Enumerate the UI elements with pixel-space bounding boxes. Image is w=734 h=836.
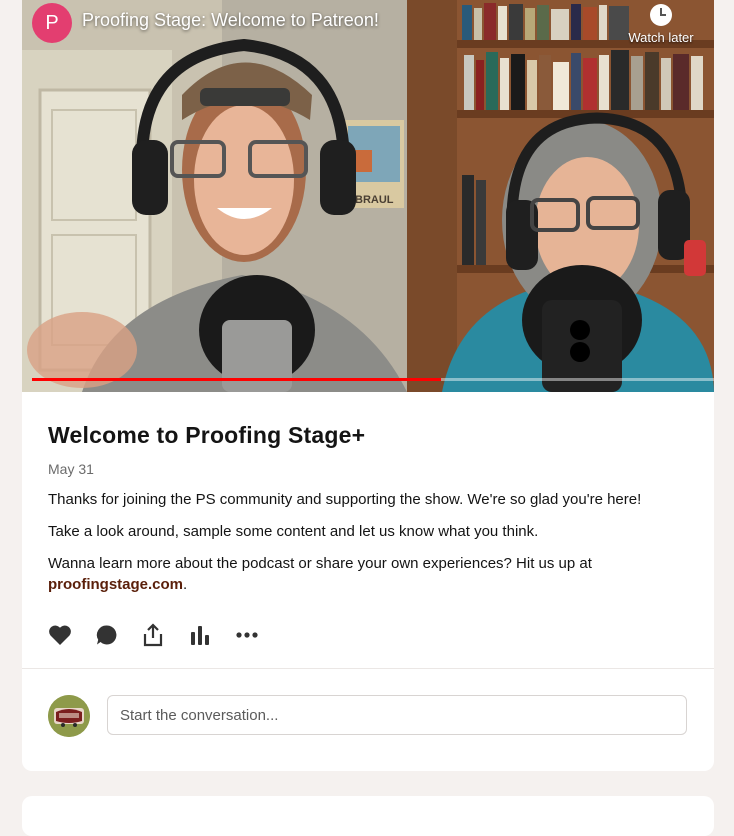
- video-frame: BRAUL: [22, 0, 714, 392]
- watch-later-button[interactable]: Watch later: [618, 4, 704, 45]
- section-divider: [22, 668, 714, 669]
- insights-button[interactable]: [189, 622, 236, 648]
- website-link[interactable]: proofingstage.com: [48, 576, 183, 593]
- comment-icon: [96, 625, 117, 645]
- stats-icon: [191, 626, 209, 645]
- video-title[interactable]: Proofing Stage: Welcome to Patreon!: [82, 10, 379, 31]
- post-body: Welcome to Proofing Stage+ May 31 Thanks…: [22, 392, 714, 649]
- next-post-card: [22, 796, 714, 836]
- post-paragraph: Thanks for joining the PS community and …: [48, 491, 642, 508]
- comment-input[interactable]: [107, 695, 687, 735]
- post-text: Thanks for joining the PS community and …: [48, 489, 688, 595]
- post-paragraph-text: Wanna learn more about the podcast or sh…: [48, 555, 592, 572]
- like-button[interactable]: [48, 622, 95, 648]
- video-progress-fill: [32, 378, 442, 381]
- post-actions: [48, 621, 688, 649]
- post-date[interactable]: May 31: [48, 461, 688, 477]
- share-icon: [143, 623, 163, 647]
- proofing-stage-logo: [48, 695, 90, 737]
- video-player[interactable]: BRAUL P Proofing Stage: Welcome to Patre…: [22, 0, 714, 392]
- comment-composer: [48, 695, 690, 739]
- heart-icon: [49, 625, 71, 645]
- post-paragraph-end: .: [183, 576, 188, 593]
- post-paragraph: Take a look around, sample some content …: [48, 523, 539, 540]
- post-card: BRAUL P Proofing Stage: Welcome to Patre…: [22, 0, 714, 771]
- comment-button[interactable]: [95, 622, 142, 648]
- post-paragraph: Wanna learn more about the podcast or sh…: [48, 553, 688, 595]
- post-title[interactable]: Welcome to Proofing Stage+: [48, 422, 688, 449]
- channel-avatar[interactable]: P: [32, 3, 72, 43]
- share-button[interactable]: [142, 622, 189, 648]
- more-options-button[interactable]: [236, 622, 283, 648]
- user-avatar[interactable]: [48, 695, 90, 737]
- watch-later-label: Watch later: [628, 30, 694, 45]
- video-progress-bar[interactable]: [32, 378, 714, 381]
- poster-text: BRAUL: [355, 194, 394, 206]
- clock-icon: [650, 4, 672, 26]
- more-icon: [236, 632, 258, 638]
